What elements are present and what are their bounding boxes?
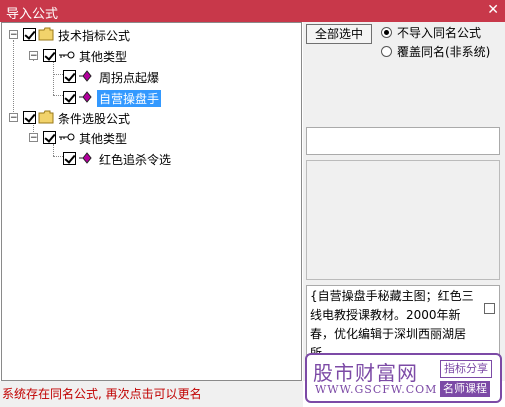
radio-overwrite[interactable] bbox=[381, 46, 392, 57]
name-field[interactable] bbox=[306, 127, 500, 155]
tree-node-other-types[interactable]: − 其他类型 bbox=[2, 47, 142, 65]
collapse-icon[interactable]: − bbox=[29, 51, 38, 61]
watermark-url: WWW.GSCFW.COM bbox=[315, 383, 438, 396]
watermark-title: 股市财富网 bbox=[313, 361, 418, 385]
watermark-logo: 股市财富网 WWW.GSCFW.COM 指标分享 名师课程 bbox=[305, 353, 502, 403]
tree-node-formula-selected[interactable]: 自营操盘手 bbox=[2, 89, 172, 107]
tree-node-label: 其他类型 bbox=[79, 50, 128, 64]
close-icon[interactable]: ✕ bbox=[487, 2, 499, 18]
formula-tree[interactable]: − 技术指标公式 − 其他类型 周拐点起爆 自营操盘手 − 条件选股公式 − 其… bbox=[1, 22, 302, 381]
checkbox[interactable] bbox=[43, 131, 56, 144]
checkbox[interactable] bbox=[23, 28, 36, 41]
select-all-button[interactable]: 全部选中 bbox=[306, 24, 372, 44]
formula-icon bbox=[79, 152, 92, 164]
checkbox[interactable] bbox=[63, 70, 76, 83]
title-bar: 导入公式 ✕ bbox=[0, 0, 505, 22]
window-title: 导入公式 bbox=[6, 7, 59, 22]
tree-node-label: 红色追杀令选 bbox=[99, 153, 172, 167]
tree-node-formula[interactable]: 周拐点起爆 bbox=[2, 68, 172, 86]
tree-node-label: 周拐点起爆 bbox=[99, 71, 160, 85]
checkbox[interactable] bbox=[43, 49, 56, 62]
collapse-icon[interactable]: − bbox=[9, 113, 18, 123]
checkbox[interactable] bbox=[63, 91, 76, 104]
formula-icon bbox=[79, 70, 92, 82]
radio-label: 不导入同名公式 bbox=[397, 26, 482, 40]
folder-icon bbox=[38, 27, 54, 41]
collapse-icon[interactable]: − bbox=[9, 30, 18, 40]
checkbox[interactable] bbox=[484, 303, 495, 314]
key-icon bbox=[59, 133, 75, 141]
collapse-icon[interactable]: − bbox=[29, 133, 38, 143]
watermark-tag: 指标分享 bbox=[440, 360, 492, 378]
tree-node-label: 条件选股公式 bbox=[58, 112, 131, 126]
tree-node-label: 其他类型 bbox=[79, 132, 128, 146]
checkbox[interactable] bbox=[23, 111, 36, 124]
description-box[interactable]: {自营操盘手秘藏主图；红色三线电教授课教材。2000年新春，优化编辑于深圳西丽湖… bbox=[306, 285, 500, 355]
status-bar: 系统存在同名公式, 再次点击可以更名 bbox=[0, 381, 303, 407]
checkbox[interactable] bbox=[63, 152, 76, 165]
key-icon bbox=[59, 51, 75, 59]
watermark-tag: 名师课程 bbox=[440, 381, 490, 397]
tree-node-label: 自营操盘手 bbox=[97, 90, 162, 107]
tree-node-formula[interactable]: 红色追杀令选 bbox=[2, 150, 172, 168]
status-text: 系统存在同名公式, 再次点击可以更名 bbox=[2, 387, 202, 401]
formula-icon bbox=[79, 91, 92, 103]
radio-skip-duplicates[interactable] bbox=[381, 27, 392, 38]
tree-node-screen-formulas[interactable]: − 条件选股公式 bbox=[2, 109, 142, 127]
radio-label: 覆盖同名(非系统) bbox=[397, 45, 491, 59]
tree-node-other-types[interactable]: − 其他类型 bbox=[2, 129, 142, 147]
folder-icon bbox=[38, 110, 54, 124]
tree-node-label: 技术指标公式 bbox=[58, 29, 131, 43]
description-text: {自营操盘手秘藏主图；红色三线电教授课教材。2000年新春，优化编辑于深圳西丽湖… bbox=[310, 289, 474, 355]
tree-node-tech-formulas[interactable]: − 技术指标公式 bbox=[2, 26, 142, 44]
preview-panel bbox=[306, 160, 500, 280]
